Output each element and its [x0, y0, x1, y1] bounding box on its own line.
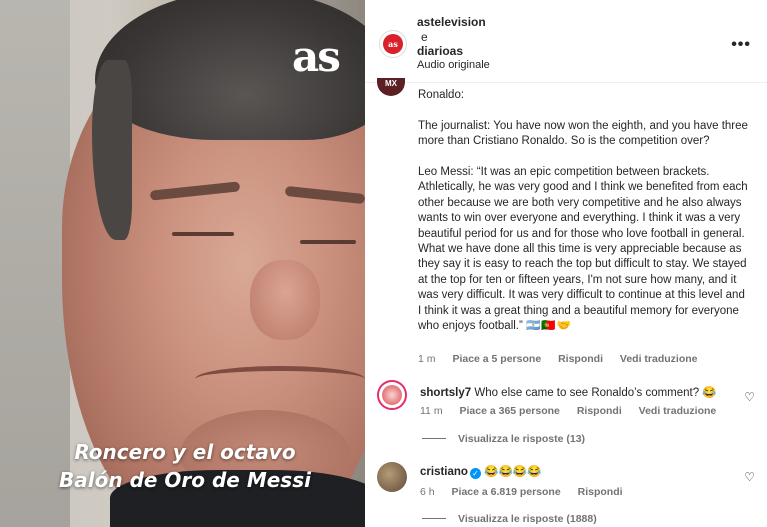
flag-emojis: 🇦🇷🇵🇹🤝	[526, 320, 573, 333]
as-logo: as	[292, 32, 341, 81]
post-meta: 1 m Piace a 5 persone Rispondi Vedi trad…	[418, 353, 712, 365]
astelevision-avatar[interactable]: as tv	[379, 30, 407, 69]
view-replies-label: Visualizza le risposte (13)	[458, 433, 586, 445]
author-connector: e	[421, 30, 428, 44]
post-reply-button[interactable]: Rispondi	[558, 353, 603, 365]
view-replies-label: Visualizza le risposte (1888)	[458, 513, 597, 525]
person-nose	[250, 260, 320, 340]
comment-username[interactable]: shortsly7	[420, 387, 471, 399]
audio-link[interactable]: Audio originale	[417, 59, 490, 71]
verified-badge-icon: ✓	[469, 468, 481, 479]
post-translate-button[interactable]: Vedi traduzione	[620, 353, 698, 365]
video-caption-line-1: Roncero y el octavo	[74, 440, 296, 464]
left-eye	[172, 232, 234, 236]
author-username-diarioas[interactable]: diarioas	[417, 44, 463, 58]
astelevision-avatar-logo: as tv	[383, 34, 403, 69]
post-header: as tv astelevision e diarioas Audio orig…	[365, 0, 767, 82]
comment-reply-button[interactable]: Rispondi	[578, 486, 623, 498]
video-caption-line-2: Balón de Oro de Messi	[59, 468, 311, 492]
post-commenter-avatar[interactable]: MX	[377, 78, 405, 96]
comment-text: 😂😂😂😂	[484, 466, 542, 478]
like-heart-icon[interactable]: ♡	[744, 390, 755, 404]
post-paragraph-2: The journalist: You have now won the eig…	[418, 119, 748, 148]
comment-time: 11 m	[420, 405, 443, 417]
person-mouth	[195, 366, 365, 392]
comments-panel: as tv astelevision e diarioas Audio orig…	[365, 0, 767, 527]
comment-time: 6 h	[420, 486, 435, 498]
video-player[interactable]: as Roncero y el octavo Balón de Oro de M…	[0, 0, 365, 527]
author-username-astelevision[interactable]: astelevision	[417, 15, 486, 29]
post-comment-body: Ronaldo: The journalist: You have now wo…	[418, 88, 748, 334]
right-eye	[300, 240, 356, 244]
comment-text: Who else came to see Ronaldo’s comment? …	[474, 387, 717, 399]
post-paragraph-3: Leo Messi: “It was an epic competition b…	[418, 166, 748, 333]
post-paragraph-1: Ronaldo:	[418, 89, 465, 101]
comment-username[interactable]: cristiano	[420, 466, 468, 478]
view-replies-button[interactable]: Visualizza le risposte (1888)	[422, 513, 597, 525]
header-divider	[365, 82, 767, 83]
replies-divider-line	[422, 438, 446, 439]
comment-likes-link[interactable]: Piace a 365 persone	[460, 405, 560, 417]
comment-meta: 11 m Piace a 365 persone Rispondi Vedi t…	[420, 405, 730, 417]
shortsly7-avatar[interactable]	[377, 380, 407, 410]
cristiano-avatar[interactable]	[377, 462, 407, 492]
comment-meta: 6 h Piace a 6.819 persone Rispondi	[420, 486, 637, 498]
comment-shortsly7: shortsly7 Who else came to see Ronaldo’s…	[420, 385, 717, 399]
post-likes-link[interactable]: Piace a 5 persone	[452, 353, 541, 365]
replies-divider-line	[422, 518, 446, 519]
post-time: 1 m	[418, 353, 436, 365]
comment-translate-button[interactable]: Vedi traduzione	[639, 405, 717, 417]
more-options-icon[interactable]: •••	[731, 36, 751, 54]
comment-reply-button[interactable]: Rispondi	[577, 405, 622, 417]
view-replies-button[interactable]: Visualizza le risposte (13)	[422, 433, 585, 445]
comment-likes-link[interactable]: Piace a 6.819 persone	[452, 486, 561, 498]
like-heart-icon[interactable]: ♡	[744, 470, 755, 484]
comment-cristiano: cristiano ✓ 😂😂😂😂	[420, 464, 541, 479]
